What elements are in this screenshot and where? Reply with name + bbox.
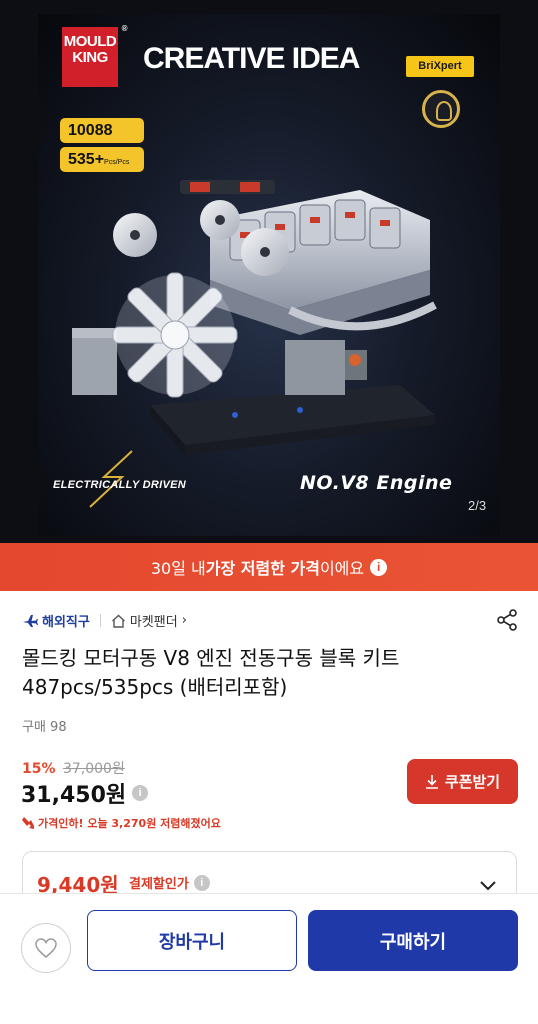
discount-row: 15% 37,000원 bbox=[22, 758, 125, 778]
store-link[interactable]: 마켓팬더 › bbox=[111, 611, 187, 630]
payment-info-icon[interactable]: i bbox=[193, 874, 210, 891]
brand-logo: MOULD KING ® bbox=[62, 24, 128, 87]
price-drop-note: 가격인하! 오늘 3,270원 저렴해졌어요 bbox=[22, 815, 221, 831]
heart-icon bbox=[35, 938, 57, 958]
price-drop-text: 가격인하! 오늘 3,270원 저렴해졌어요 bbox=[38, 817, 221, 830]
registered-mark: ® bbox=[121, 24, 128, 33]
global-purchase-label: 해외직구 bbox=[42, 615, 90, 630]
brand-line2: KING bbox=[72, 48, 108, 66]
original-price: 37,000원 bbox=[62, 761, 125, 777]
download-icon bbox=[425, 775, 438, 789]
hero-tagline: ELECTRICALLY DRIVEN bbox=[53, 479, 187, 491]
chevron-right-icon: › bbox=[181, 613, 187, 628]
payment-discount-label: 결제할인가 bbox=[129, 877, 189, 892]
sale-price: 31,450원 bbox=[21, 783, 127, 808]
breadcrumb: 해외직구 마켓팬더 › bbox=[22, 611, 187, 630]
hero-title: CREATIVE IDEA bbox=[143, 42, 360, 75]
coupon-download-button[interactable]: 쿠폰받기 bbox=[407, 759, 518, 804]
discount-percent: 15% bbox=[22, 761, 56, 777]
brand-line1: MOULD bbox=[63, 33, 117, 50]
coupon-button-label: 쿠폰받기 bbox=[444, 773, 501, 791]
sale-price-row: 31,450원 i bbox=[21, 777, 149, 809]
wishlist-button[interactable] bbox=[21, 923, 71, 973]
store-home-icon bbox=[111, 614, 125, 628]
global-purchase-tag[interactable]: 해외직구 bbox=[22, 611, 90, 630]
store-name: 마켓팬더 bbox=[129, 615, 178, 630]
airplane-icon bbox=[23, 614, 38, 627]
award-badge-icon bbox=[422, 90, 460, 128]
lowest-price-banner[interactable]: 30일 내 가장 저렴한 가격 이에요 i bbox=[0, 543, 538, 591]
purchase-count: 구매 98 bbox=[22, 720, 67, 735]
partner-logo: BriXpert bbox=[406, 56, 474, 77]
product-title: 몰드킹 모터구동 V8 엔진 전동구동 블록 키트 487pcs/535pcs … bbox=[22, 646, 400, 699]
image-pager: 2/3 bbox=[468, 498, 487, 513]
banner-prefix: 30일 내 bbox=[150, 559, 206, 578]
v8-engine-illustration bbox=[72, 180, 437, 455]
buy-now-button[interactable]: 구매하기 bbox=[308, 910, 518, 971]
banner-highlight: 가장 저렴한 가격 bbox=[205, 559, 320, 578]
chevron-down-icon[interactable] bbox=[479, 880, 497, 892]
info-icon[interactable]: i bbox=[370, 558, 388, 576]
add-to-cart-button[interactable]: 장바구니 bbox=[87, 910, 297, 971]
product-image-carousel[interactable]: MOULD KING ® CREATIVE IDEA BriXpert 1008… bbox=[0, 0, 538, 543]
model-number: 10088 bbox=[60, 118, 144, 143]
hero-engine-name: NO.V8 Engine bbox=[300, 472, 453, 494]
price-down-arrow-icon bbox=[22, 817, 34, 829]
share-icon[interactable] bbox=[495, 608, 519, 632]
payment-discount-label-row: 결제할인가 i bbox=[129, 873, 210, 892]
price-info-icon[interactable]: i bbox=[132, 785, 149, 801]
banner-suffix: 이에요 bbox=[319, 559, 365, 578]
bottom-action-bar: 장바구니 구매하기 bbox=[0, 893, 538, 1024]
breadcrumb-divider bbox=[99, 614, 101, 627]
